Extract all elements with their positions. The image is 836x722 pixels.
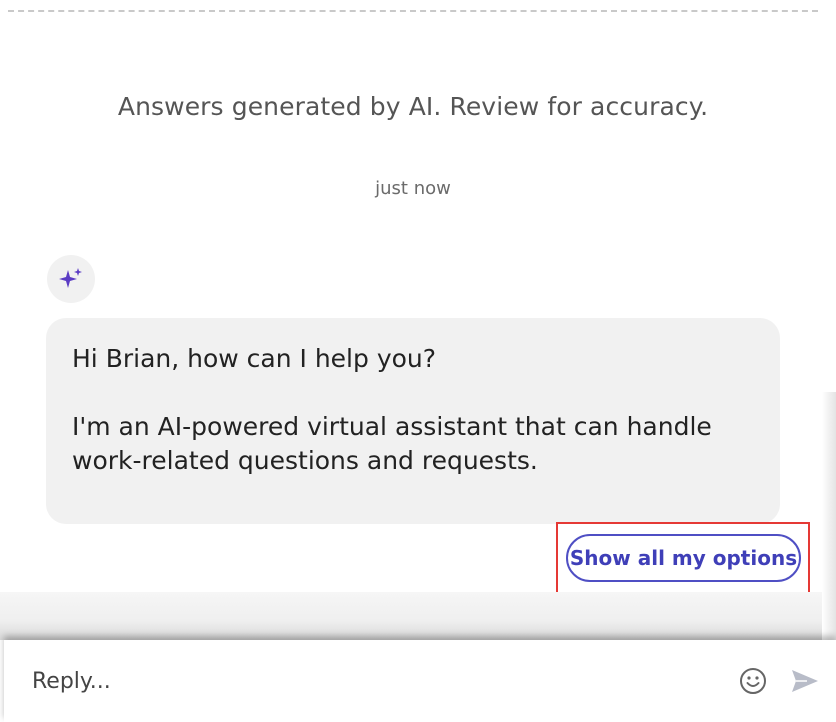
ai-disclaimer: Answers generated by AI. Review for accu…: [117, 92, 709, 121]
reply-composer: [4, 640, 836, 722]
intro-text-line-1: I'm an AI-powered virtual assistant that…: [72, 412, 712, 441]
reply-input[interactable]: [32, 662, 712, 700]
emoji-icon[interactable]: [736, 664, 770, 698]
greeting-text: Hi Brian, how can I help you?: [72, 344, 437, 373]
message-timestamp: just now: [375, 178, 451, 199]
sparkle-icon: [57, 265, 85, 293]
intro-text-line-2: work-related questions and requests.: [72, 446, 538, 475]
assistant-avatar: [47, 255, 95, 303]
assistant-message-bubble: Hi Brian, how can I help you? I'm an AI-…: [46, 318, 780, 524]
show-all-options-button[interactable]: Show all my options: [566, 534, 801, 582]
scroll-edge: [822, 392, 836, 640]
send-icon[interactable]: [788, 664, 822, 698]
dashed-divider: [8, 10, 818, 12]
scroll-fade: [0, 592, 822, 640]
chat-panel: Answers generated by AI. Review for accu…: [0, 0, 836, 722]
